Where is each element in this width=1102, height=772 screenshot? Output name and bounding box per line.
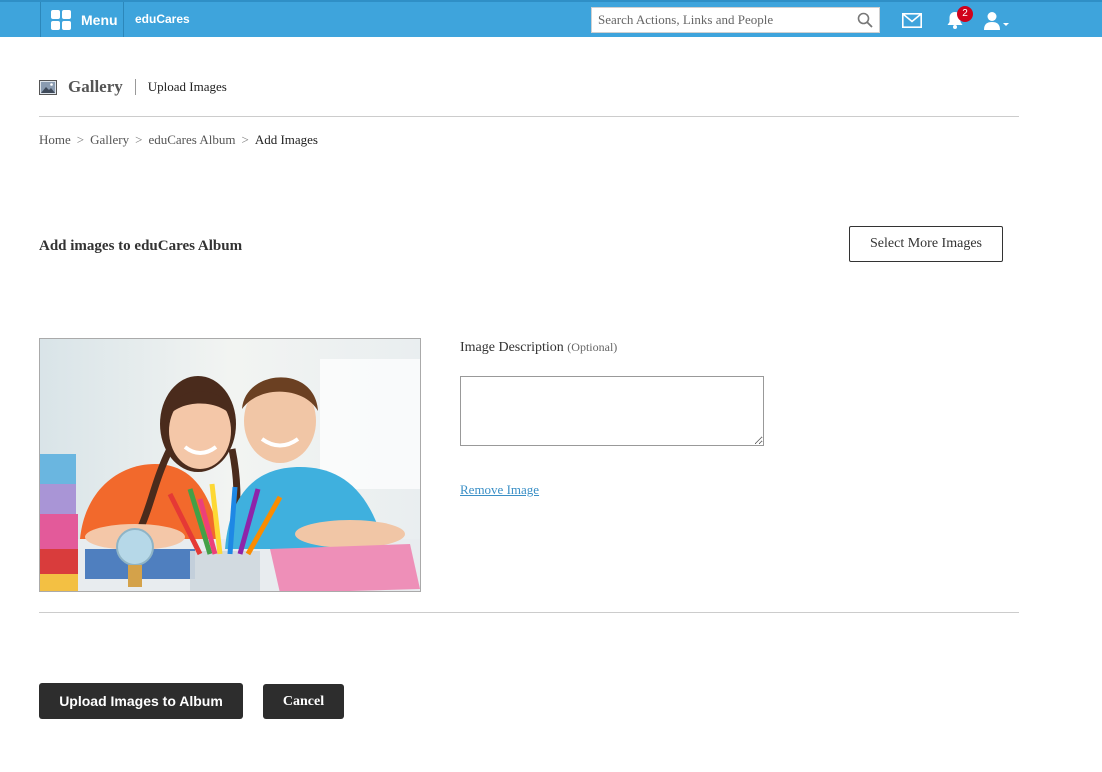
breadcrumb-home[interactable]: Home	[39, 132, 71, 148]
page-subtitle: Upload Images	[147, 79, 227, 94]
menu-button[interactable]: Menu	[40, 2, 124, 37]
select-more-images-button[interactable]: Select More Images	[849, 226, 1003, 262]
title-divider	[134, 79, 136, 95]
search-input[interactable]	[592, 8, 847, 32]
breadcrumb-separator: >	[76, 132, 85, 147]
breadcrumb: Home > Gallery > eduCares Album > Add Im…	[39, 132, 318, 148]
page-header: Gallery Upload Images	[39, 75, 227, 99]
remove-image-link[interactable]: Remove Image	[460, 482, 539, 498]
menu-label: Menu	[81, 11, 118, 28]
grid-icon	[51, 9, 71, 30]
gallery-icon	[39, 79, 57, 95]
breadcrumb-album[interactable]: eduCares Album	[148, 132, 235, 148]
upload-images-button[interactable]: Upload Images to Album	[39, 683, 243, 719]
description-label: Image Description (Optional)	[460, 340, 617, 356]
top-navigation-bar: Menu eduCares 2	[0, 0, 1102, 37]
image-preview	[39, 338, 421, 592]
cancel-button[interactable]: Cancel	[263, 684, 344, 719]
breadcrumb-gallery[interactable]: Gallery	[90, 132, 129, 148]
breadcrumb-separator: >	[241, 132, 249, 147]
optional-hint: (Optional)	[567, 340, 618, 354]
brand-link[interactable]: eduCares	[135, 12, 190, 26]
description-textarea[interactable]	[460, 376, 764, 446]
mail-icon[interactable]	[902, 13, 922, 28]
notification-badge: 2	[957, 6, 973, 22]
search-box	[591, 7, 880, 33]
breadcrumb-current: Add Images	[254, 132, 318, 147]
image-thumbnail	[40, 339, 420, 591]
user-icon[interactable]	[984, 11, 1010, 31]
breadcrumb-separator: >	[135, 132, 143, 147]
search-icon[interactable]	[857, 12, 873, 28]
page-title: Gallery	[68, 77, 123, 96]
section-title: Add images to eduCares Album	[39, 238, 243, 254]
footer-divider	[39, 612, 1019, 613]
header-divider	[39, 116, 1019, 117]
description-label-text: Image Description	[460, 340, 564, 355]
